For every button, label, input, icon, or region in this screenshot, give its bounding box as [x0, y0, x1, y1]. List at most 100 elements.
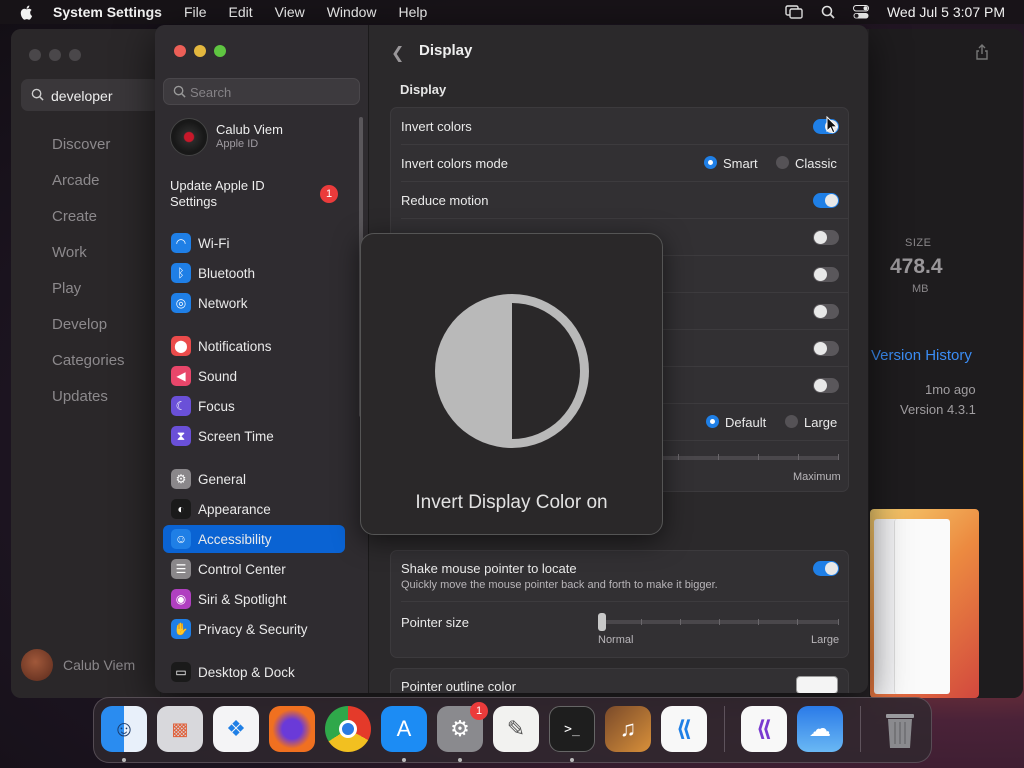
menu-clock[interactable]: Wed Jul 5 3:07 PM: [887, 4, 1005, 20]
close-button[interactable]: [174, 45, 186, 57]
back-button[interactable]: ❮: [391, 43, 404, 63]
finder-icon: ☺: [112, 716, 136, 741]
sidebar-item-screen-time[interactable]: ⧗ Screen Time: [163, 422, 345, 450]
version-history-link[interactable]: Version History: [871, 347, 972, 364]
sidebar-item-appearance[interactable]: ◐ Appearance: [163, 495, 345, 523]
normal-label: Normal: [598, 634, 634, 646]
sidebar-item-privacy-security[interactable]: ✋ Privacy & Security: [163, 615, 345, 643]
trash-app[interactable]: [877, 706, 923, 752]
sidebar-item-control-center[interactable]: ☰ Control Center: [163, 555, 345, 583]
app-store-search-field[interactable]: developer: [21, 79, 159, 111]
sidebar-item-desktop-dock[interactable]: ▭ Desktop & Dock: [163, 658, 345, 686]
nav-play[interactable]: Play: [52, 280, 81, 297]
minimize-button[interactable]: [194, 45, 206, 57]
avatar: [170, 118, 208, 156]
divider: [401, 181, 848, 182]
update-apple-id-item[interactable]: Update Apple ID Settings: [170, 178, 290, 210]
terminal-app[interactable]: >_: [549, 706, 595, 752]
menu-view[interactable]: View: [275, 4, 305, 20]
zoom-button[interactable]: [214, 45, 226, 57]
dock: ☺ ▩ ❖ A ⚙ 1 ✎ >_ ♫ ⟪ ⟪ ☁: [93, 697, 932, 763]
nav-categories[interactable]: Categories: [52, 352, 125, 369]
sidebar-item-label: Notifications: [198, 338, 272, 354]
nav-work[interactable]: Work: [52, 244, 87, 261]
minimize-button-inactive[interactable]: [49, 49, 61, 61]
contrast-slider[interactable]: [661, 456, 839, 460]
large-radio[interactable]: [785, 415, 798, 428]
search-icon: [173, 85, 186, 98]
slider-tick: [797, 619, 798, 625]
settings-search-input[interactable]: Search: [163, 78, 360, 105]
apple-icon[interactable]: [19, 4, 35, 20]
pointer-size-knob[interactable]: [598, 613, 606, 631]
sidebar-item-label: Appearance: [198, 501, 271, 517]
setting-toggle-8[interactable]: [813, 378, 839, 393]
app-screenshot-preview[interactable]: [870, 509, 979, 698]
sidebar-item-siri-spotlight[interactable]: ◉ Siri & Spotlight: [163, 585, 345, 613]
apple-id-account[interactable]: Calub Viem Apple ID: [170, 118, 283, 156]
reduce-motion-toggle[interactable]: [813, 193, 839, 208]
pointer-size-slider[interactable]: [601, 620, 839, 624]
close-button-inactive[interactable]: [29, 49, 41, 61]
vscode-app[interactable]: ⟪: [661, 706, 707, 752]
nav-arcade[interactable]: Arcade: [52, 172, 100, 189]
sidebar-item-label: Sound: [198, 368, 238, 384]
shake-pointer-toggle[interactable]: [813, 561, 839, 576]
running-indicator: [122, 758, 126, 762]
pointer-outline-color-well[interactable]: [796, 676, 838, 693]
safari-app[interactable]: ❖: [213, 706, 259, 752]
sidebar-item-label: Desktop & Dock: [198, 664, 295, 680]
smart-radio[interactable]: [704, 156, 717, 169]
menu-window[interactable]: Window: [327, 4, 377, 20]
menu-edit[interactable]: Edit: [229, 4, 253, 20]
setting-toggle-6[interactable]: [813, 304, 839, 319]
menu-app-name[interactable]: System Settings: [53, 4, 162, 20]
share-icon[interactable]: [975, 44, 989, 60]
visual-studio-icon: ⟪: [756, 716, 772, 741]
nav-updates[interactable]: Updates: [52, 388, 108, 405]
sidebar-item-focus[interactable]: ☾ Focus: [163, 392, 345, 420]
running-indicator: [402, 758, 406, 762]
nav-discover[interactable]: Discover: [52, 136, 110, 153]
sidebar-item-wi-fi[interactable]: ◠ Wi-Fi: [163, 229, 345, 257]
spotlight-search-icon[interactable]: [821, 5, 835, 19]
finder-app[interactable]: ☺: [101, 706, 147, 752]
garageband-app[interactable]: ♫: [605, 706, 651, 752]
textedit-app[interactable]: ✎: [493, 706, 539, 752]
nav-develop[interactable]: Develop: [52, 316, 107, 333]
setting-toggle-5[interactable]: [813, 267, 839, 282]
sidebar-item-sound[interactable]: ◀ Sound: [163, 362, 345, 390]
app-store-app[interactable]: A: [381, 706, 427, 752]
slider-tick: [641, 619, 642, 625]
wifi-icon: ◠: [171, 233, 191, 253]
setting-toggle-7[interactable]: [813, 341, 839, 356]
default-radio[interactable]: [706, 415, 719, 428]
screen-mirroring-icon[interactable]: [785, 5, 803, 19]
compass-icon: ❖: [226, 716, 246, 741]
large-size-label: Large: [811, 634, 840, 646]
slider-tick: [798, 454, 799, 460]
classic-radio[interactable]: [776, 156, 789, 169]
menu-help[interactable]: Help: [399, 4, 428, 20]
firefox-app[interactable]: [269, 706, 315, 752]
nav-create[interactable]: Create: [52, 208, 97, 225]
control-center-icon[interactable]: [852, 5, 869, 19]
sidebar-item-label: Screen Time: [198, 428, 274, 444]
zoom-button-inactive[interactable]: [69, 49, 81, 61]
sidebar-item-accessibility[interactable]: ☺ Accessibility: [163, 525, 345, 553]
slider-tick: [838, 619, 839, 625]
app-store-account[interactable]: Calub Viem: [21, 649, 135, 681]
sidebar-item-general[interactable]: ⚙ General: [163, 465, 345, 493]
weather-app[interactable]: ☁: [797, 706, 843, 752]
menu-file[interactable]: File: [184, 4, 207, 20]
chrome-app[interactable]: [325, 706, 371, 752]
sidebar-item-network[interactable]: ◎ Network: [163, 289, 345, 317]
pencil-icon: ✎: [506, 716, 526, 741]
account-name: Calub Viem: [63, 657, 136, 673]
sidebar-item-notifications[interactable]: ⬤ Notifications: [163, 332, 345, 360]
account-subtitle: Apple ID: [216, 138, 259, 150]
setting-toggle-4[interactable]: [813, 230, 839, 245]
launchpad-app[interactable]: ▩: [157, 706, 203, 752]
sidebar-item-bluetooth[interactable]: ᛒ Bluetooth: [163, 259, 345, 287]
visual-studio-app[interactable]: ⟪: [741, 706, 787, 752]
